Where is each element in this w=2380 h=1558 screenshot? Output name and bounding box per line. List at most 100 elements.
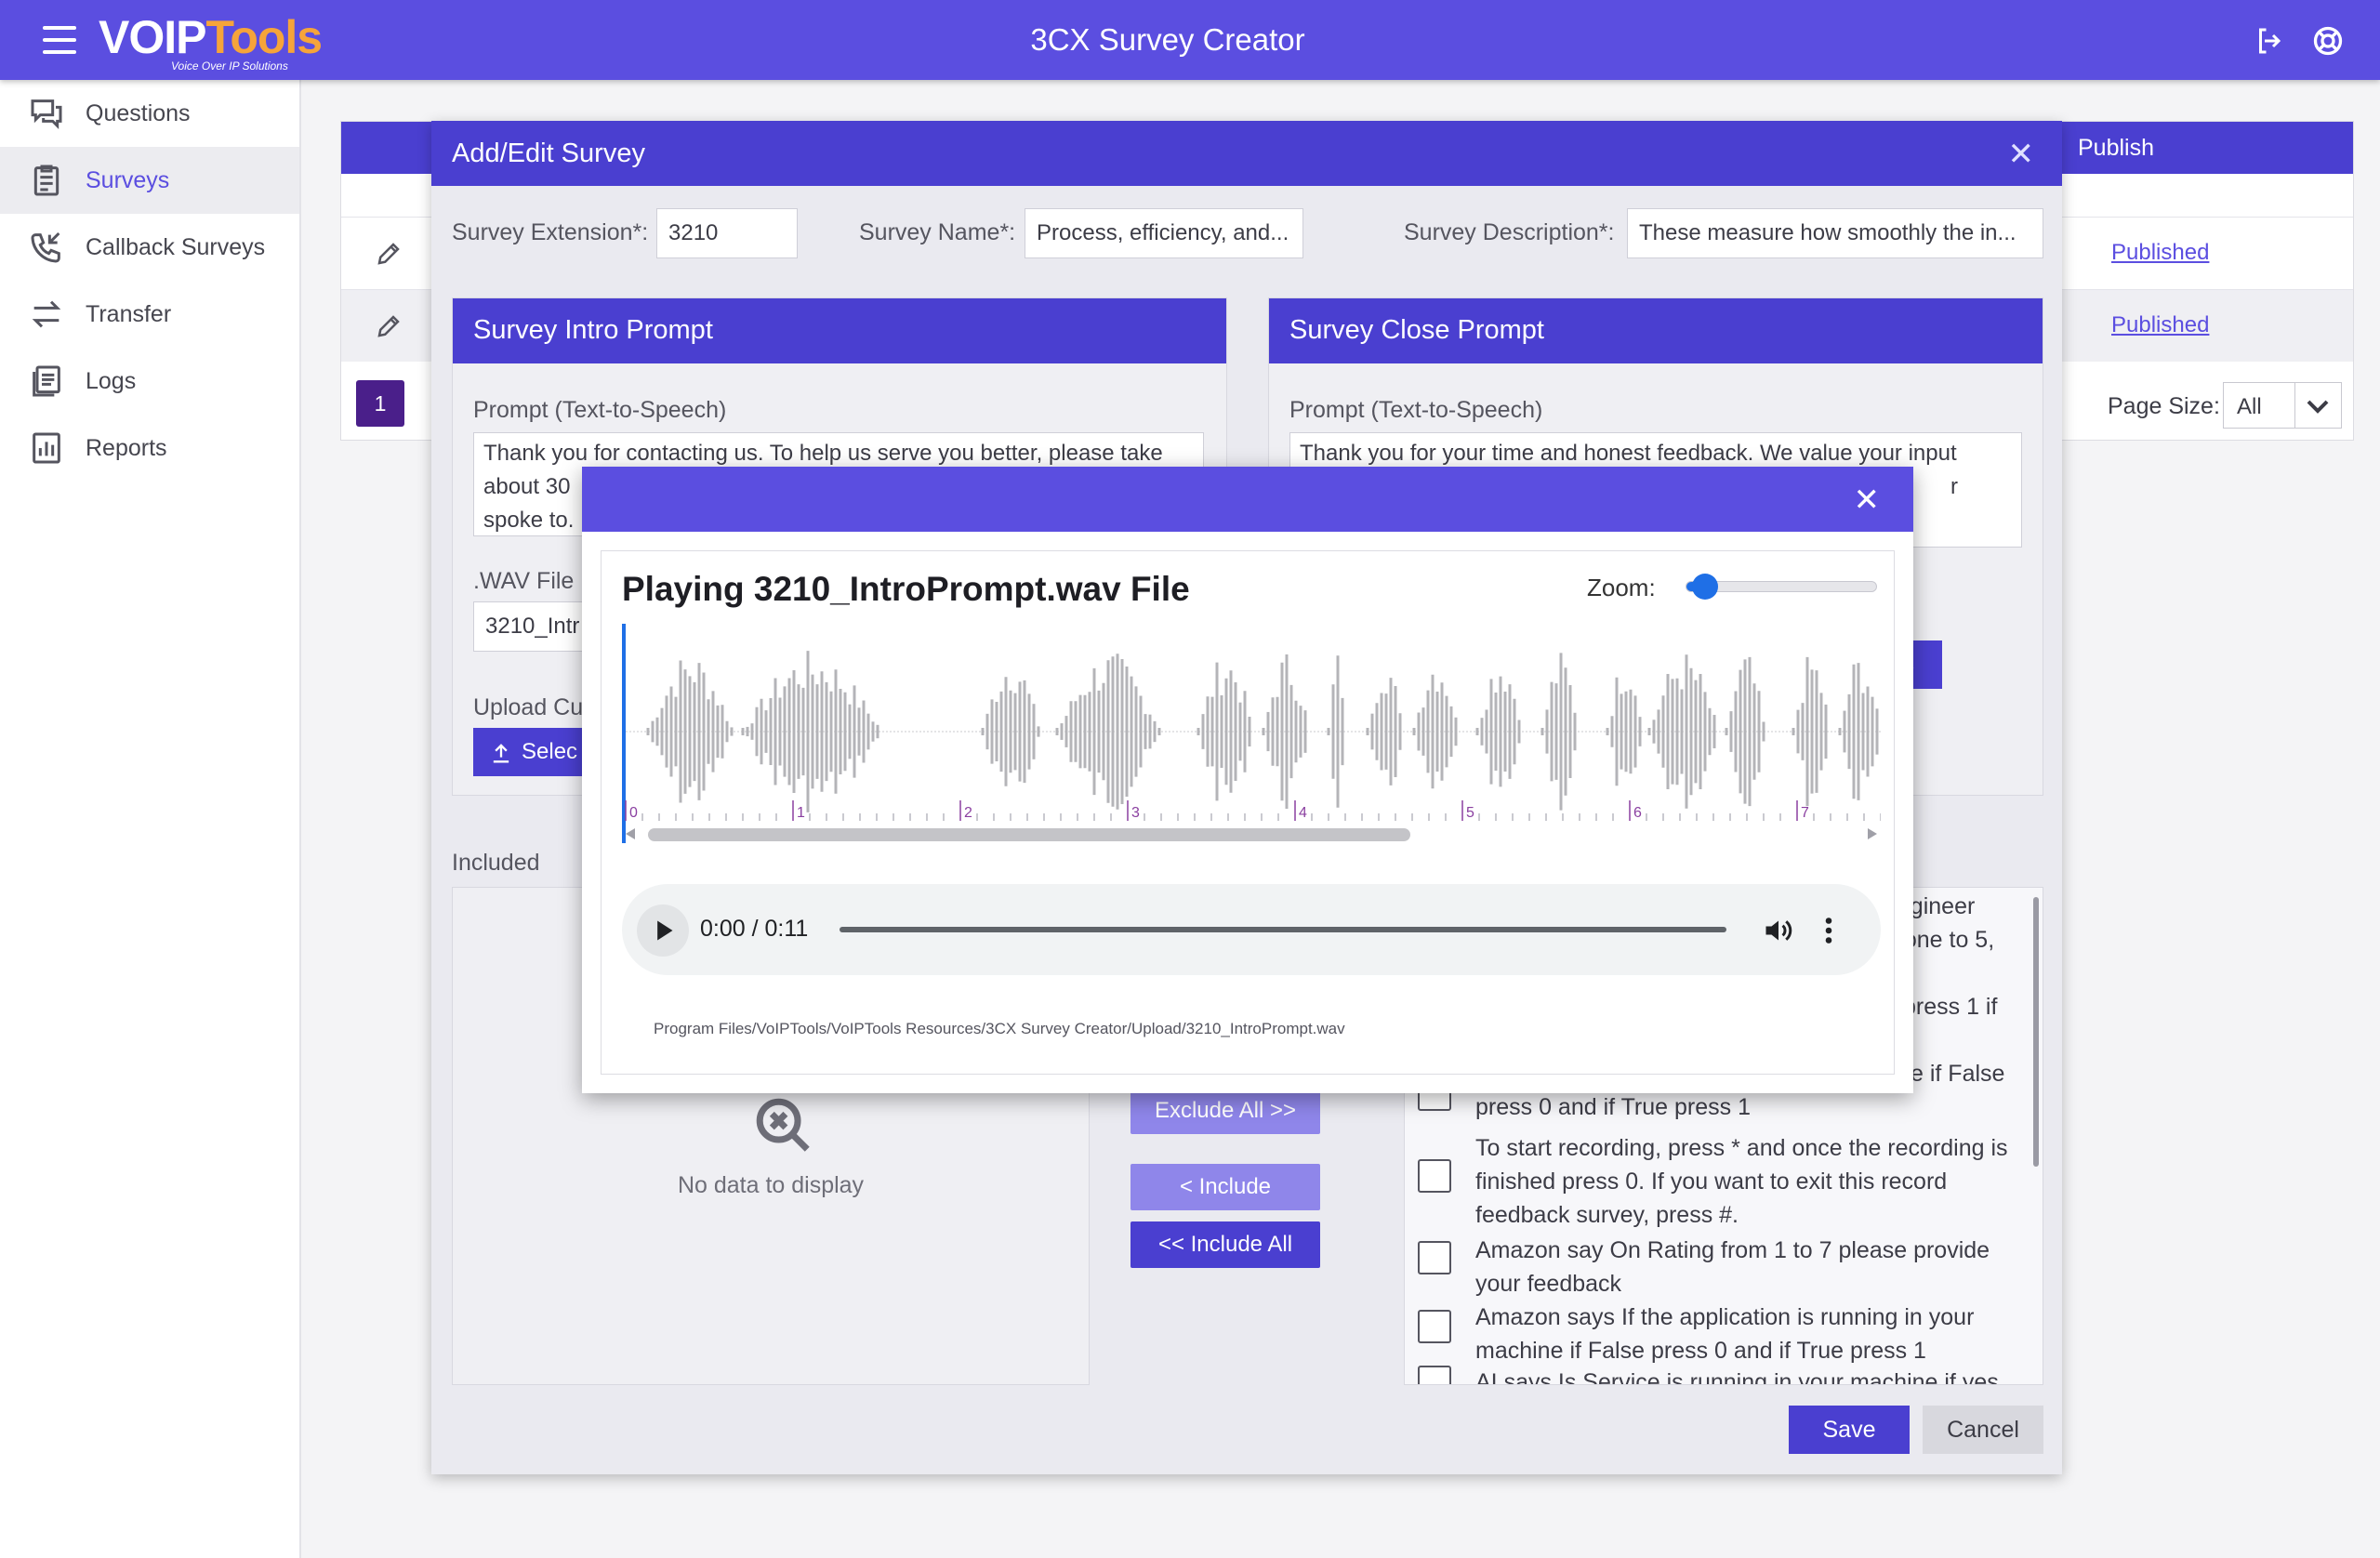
question-checkbox[interactable] <box>1418 1310 1451 1343</box>
page-size-value: All <box>2237 394 2262 419</box>
sidebar: Questions Surveys Callback Surveys Trans… <box>0 80 301 1558</box>
select-file-label: Selec <box>522 739 578 764</box>
question-text: To start recording, press * and once the… <box>1475 1135 2008 1228</box>
card-title: Survey Close Prompt <box>1269 298 2043 363</box>
edit-pencil-icon[interactable] <box>375 240 403 268</box>
logout-icon[interactable] <box>2254 24 2287 58</box>
zoom-label: Zoom: <box>1587 574 1656 601</box>
upload-custom-label: Upload Cu <box>473 694 584 720</box>
published-status-link[interactable]: Published <box>2111 240 2209 266</box>
player-body: Playing 3210_IntroPrompt.wav File Zoom: … <box>601 550 1895 1075</box>
pagination-page-button[interactable]: 1 <box>356 380 404 427</box>
timeline-label: 3 <box>1131 805 1140 821</box>
dialog-title: Add/Edit Survey <box>452 139 645 168</box>
included-label: Included <box>452 850 540 876</box>
sidebar-item-label: Logs <box>86 367 137 394</box>
brand-tagline: Voice Over IP Solutions <box>171 59 288 73</box>
dialog-title-bar: Add/Edit Survey ✕ <box>431 121 2062 186</box>
edit-pencil-icon[interactable] <box>375 312 403 340</box>
sidebar-item-label: Callback Surveys <box>86 233 266 260</box>
cancel-button[interactable]: Cancel <box>1923 1406 2043 1454</box>
timeline-label: 2 <box>964 805 972 821</box>
waveform-scrollbar-thumb[interactable] <box>648 828 1410 841</box>
audio-player-dialog: ✕ Playing 3210_IntroPrompt.wav File Zoom… <box>582 467 1913 1093</box>
sidebar-item-surveys[interactable]: Surveys <box>0 147 299 214</box>
upload-icon <box>493 743 509 763</box>
prompt-tts-label: Prompt (Text-to-Speech) <box>473 397 727 423</box>
surveys-icon <box>33 165 60 196</box>
scroll-left-icon[interactable] <box>626 828 635 839</box>
prompt-line: Thank you for contacting us. To help us … <box>483 441 1163 466</box>
page-size-label: Page Size: <box>2108 393 2220 419</box>
playback-time: 0:00 / 0:11 <box>700 916 809 942</box>
callback-icon <box>31 231 60 263</box>
logs-icon <box>33 365 60 397</box>
prompt-tts-label: Prompt (Text-to-Speech) <box>1289 397 1543 423</box>
zoom-slider-handle[interactable] <box>1691 574 1718 600</box>
question-text: Amazon says If the application is runnin… <box>1475 1304 1975 1364</box>
page-size-select[interactable]: All <box>2223 382 2342 429</box>
play-icon <box>657 920 673 941</box>
close-icon[interactable]: ✕ <box>2008 136 2035 173</box>
save-button[interactable]: Save <box>1789 1406 1910 1454</box>
waveform-canvas[interactable]: 0 1 2 3 4 5 6 7 <box>622 624 1882 845</box>
player-title: Playing 3210_IntroPrompt.wav File <box>622 570 1190 608</box>
player-title-bar: ✕ <box>582 467 1913 532</box>
play-button[interactable] <box>637 904 689 957</box>
waveform-viewer[interactable]: 0 1 2 3 4 5 6 7 <box>622 624 1882 845</box>
search-no-results-icon <box>756 1098 810 1152</box>
top-bar: VOIPTools Voice Over IP Solutions 3CX Su… <box>0 0 2380 80</box>
reports-icon <box>33 432 60 464</box>
question-text: AI says Is Service is running in your ma… <box>1475 1369 1999 1385</box>
question-checkbox[interactable] <box>1418 1366 1451 1384</box>
sidebar-item-transfer[interactable]: Transfer <box>0 281 299 348</box>
sidebar-item-label: Transfer <box>86 300 172 327</box>
survey-name-input[interactable]: Process, efficiency, and... <box>1025 208 1303 258</box>
timeline-label: 5 <box>1466 805 1474 821</box>
questions-icon <box>31 99 62 129</box>
wav-file-label: .WAV File <box>473 568 575 594</box>
survey-extension-label: Survey Extension*: <box>452 219 649 245</box>
survey-description-label: Survey Description*: <box>1404 219 1615 245</box>
question-checkbox[interactable] <box>1418 1241 1451 1274</box>
more-options-icon[interactable] <box>1821 914 1836 947</box>
include-button[interactable]: < Include <box>1130 1164 1320 1210</box>
timeline-label: 1 <box>797 805 805 821</box>
sidebar-item-callback-surveys[interactable]: Callback Surveys <box>0 214 299 281</box>
sidebar-item-label: Reports <box>86 434 167 461</box>
file-path-text: Program Files/VoIPTools/VoIPTools Resour… <box>654 1020 1345 1037</box>
sidebar-item-questions[interactable]: Questions <box>0 80 299 147</box>
scrollbar-thumb[interactable] <box>2033 897 2039 1167</box>
timeline-label: 6 <box>1633 805 1642 821</box>
include-all-button[interactable]: << Include All <box>1130 1221 1320 1268</box>
volume-icon[interactable] <box>1762 914 1795 947</box>
playback-progress-bar[interactable] <box>840 927 1726 932</box>
survey-extension-input[interactable]: 3210 <box>656 208 798 258</box>
prompt-line: Thank you for your time and honest feedb… <box>1300 441 1957 466</box>
scroll-right-icon[interactable] <box>1868 828 1877 839</box>
question-text: Amazon say On Rating from 1 to 7 please … <box>1475 1237 1990 1297</box>
survey-description-input[interactable]: These measure how smoothly the in... <box>1627 208 2043 258</box>
sidebar-item-label: Surveys <box>86 166 170 193</box>
sidebar-item-reports[interactable]: Reports <box>0 415 299 482</box>
no-data-message: No data to display <box>677 1172 865 1198</box>
timeline-label: 0 <box>629 805 638 821</box>
dropdown-toggle[interactable] <box>2294 383 2341 428</box>
close-icon[interactable]: ✕ <box>1854 482 1881 519</box>
question-checkbox[interactable] <box>1418 1159 1451 1193</box>
sidebar-item-label: Questions <box>86 99 191 126</box>
chevron-down-icon <box>2307 400 2329 414</box>
exclude-all-button[interactable]: Exclude All >> <box>1130 1088 1320 1134</box>
survey-name-label: Survey Name*: <box>859 219 1016 245</box>
question-text: press 0 and if True press 1 <box>1475 1094 1751 1120</box>
transfer-icon <box>32 300 61 328</box>
sidebar-item-logs[interactable]: Logs <box>0 348 299 415</box>
timeline-label: 7 <box>1801 805 1809 821</box>
help-lifebuoy-icon[interactable] <box>2311 24 2345 58</box>
audio-controls: 0:00 / 0:11 <box>622 884 1881 975</box>
timeline-label: 4 <box>1299 805 1307 821</box>
card-title: Survey Intro Prompt <box>453 298 1226 363</box>
published-status-link[interactable]: Published <box>2111 312 2209 338</box>
app-title: 3CX Survey Creator <box>1030 22 1305 57</box>
publish-column-header: Publish <box>2078 135 2154 161</box>
